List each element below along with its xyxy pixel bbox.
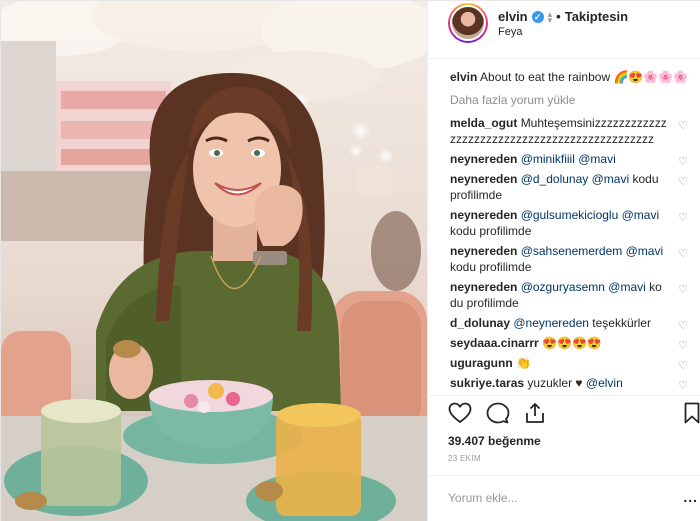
header-user-line: elvin ✓ ▴ ▾ • Takiptesin [498, 9, 628, 24]
more-options-button[interactable]: ... [683, 489, 698, 505]
comment-input[interactable] [448, 489, 668, 507]
comment-username[interactable]: sukriye.taras [450, 376, 524, 390]
comment-mention[interactable]: @sahsenemerdem [521, 244, 623, 258]
post-actions: 39.407 beğenme 23 EKİM [428, 395, 700, 475]
post-photo[interactable] [1, 1, 427, 521]
comment-mention[interactable]: @gulsumekicioglu [521, 208, 619, 222]
comment-like-heart-icon[interactable]: ♡ [678, 318, 688, 334]
likes-count[interactable]: 39.407 beğenme [448, 434, 541, 448]
comment-bubble-icon[interactable] [486, 402, 510, 424]
comment-mention[interactable]: @neynereden [513, 316, 589, 330]
comment-mention[interactable]: @ozguryasemn [521, 280, 605, 294]
action-icons-row [448, 402, 546, 424]
verified-badge-icon: ✓ [531, 10, 544, 23]
add-comment-section: ... [428, 475, 700, 521]
comment-mention[interactable]: @mavi [592, 172, 630, 186]
comment-mention[interactable]: @mavi [626, 244, 664, 258]
comment-like-heart-icon[interactable]: ♡ [678, 282, 688, 298]
comment-item: seydaaa.cinarrr 😍😍😍😍 ♡ [450, 335, 690, 354]
share-icon[interactable] [524, 402, 546, 424]
comment-mention[interactable]: @mavi [608, 280, 646, 294]
comment-username[interactable]: seydaaa.cinarrr [450, 336, 539, 350]
avatar[interactable] [448, 3, 488, 43]
comment-like-heart-icon[interactable]: ♡ [678, 174, 688, 190]
comment-mention[interactable]: @mavi [578, 152, 616, 166]
comment-mention[interactable]: @mavi [622, 208, 660, 222]
instagram-post: elvin ✓ ▴ ▾ • Takiptesin Feya elvin About… [0, 0, 700, 521]
comments-list[interactable]: elvin About to eat the rainbow 🌈😍🌸🌸🌸 Dah… [428, 59, 700, 395]
avatar-image [450, 5, 486, 41]
sort-arrows-icon: ▴ ▾ [547, 8, 553, 25]
comment-item: sukriye.taras yuzukler ♥ @elvin ♡ [450, 375, 690, 394]
caption-username[interactable]: elvin [450, 70, 477, 84]
comment-mention[interactable]: @elvin [586, 376, 623, 390]
photo-illustration [1, 1, 427, 521]
comment-like-heart-icon[interactable]: ♡ [678, 246, 688, 262]
comment-text: yuzukler ♥ [527, 376, 583, 390]
heart-icon[interactable] [448, 402, 472, 424]
comment-mention[interactable]: @minikfiiil [521, 152, 575, 166]
caption-text: About to eat the rainbow 🌈😍🌸🌸🌸 [480, 70, 689, 84]
comment-item: neynereden @d_dolunay @mavi kodu profili… [450, 171, 690, 203]
comment-item: neynereden @minikfiiil @mavi ♡ [450, 151, 690, 170]
post-caption: elvin About to eat the rainbow 🌈😍🌸🌸🌸 [450, 69, 690, 85]
comment-item: neynereden @sahsenemerdem @mavi kodu pro… [450, 243, 690, 275]
comment-like-heart-icon[interactable]: ♡ [678, 378, 688, 394]
comment-text: kodu profilimde [450, 224, 532, 238]
post-header: elvin ✓ ▴ ▾ • Takiptesin Feya [428, 1, 700, 59]
comment-item: neynereden @gulsumekicioglu @mavi kodu p… [450, 207, 690, 239]
comment-like-heart-icon[interactable]: ♡ [678, 118, 688, 134]
follow-status-button[interactable]: Takiptesin [565, 9, 628, 24]
comment-username[interactable]: uguragunn [450, 356, 513, 370]
bookmark-icon[interactable] [684, 402, 700, 429]
comment-username[interactable]: neynereden [450, 280, 517, 294]
comment-like-heart-icon[interactable]: ♡ [678, 210, 688, 226]
comment-item: uguragunn 👏 ♡ [450, 355, 690, 374]
comment-text: teşekkürler [592, 316, 651, 330]
username-link[interactable]: elvin [498, 9, 528, 24]
comment-text: 👏 [516, 356, 531, 370]
comment-item: d_dolunay @neynereden teşekkürler ♡ [450, 315, 690, 334]
comment-username[interactable]: neynereden [450, 172, 517, 186]
comment-username[interactable]: melda_ogut [450, 116, 517, 130]
comment-like-heart-icon[interactable]: ♡ [678, 154, 688, 170]
comment-text: kodu profilimde [450, 260, 532, 274]
separator-dot: • [556, 9, 561, 24]
location-link[interactable]: Feya [498, 26, 522, 38]
comment-like-heart-icon[interactable]: ♡ [678, 338, 688, 354]
comment-item: melda_ogut Muhteşemsinizzzzzzzzzzzzzzzzz… [450, 115, 690, 147]
comment-text: 😍😍😍😍 [542, 336, 602, 350]
post-details-panel: elvin ✓ ▴ ▾ • Takiptesin Feya elvin About… [427, 1, 700, 521]
post-date[interactable]: 23 EKİM [448, 454, 481, 463]
comment-username[interactable]: neynereden [450, 244, 517, 258]
comment-username[interactable]: d_dolunay [450, 316, 510, 330]
comment-item: neynereden @ozguryasemn @mavi kodu profi… [450, 279, 690, 311]
load-more-comments-button[interactable]: Daha fazla yorum yükle [450, 93, 690, 107]
comment-mention[interactable]: @d_dolunay [521, 172, 589, 186]
comment-like-heart-icon[interactable]: ♡ [678, 358, 688, 374]
comment-username[interactable]: neynereden [450, 152, 517, 166]
comment-username[interactable]: neynereden [450, 208, 517, 222]
